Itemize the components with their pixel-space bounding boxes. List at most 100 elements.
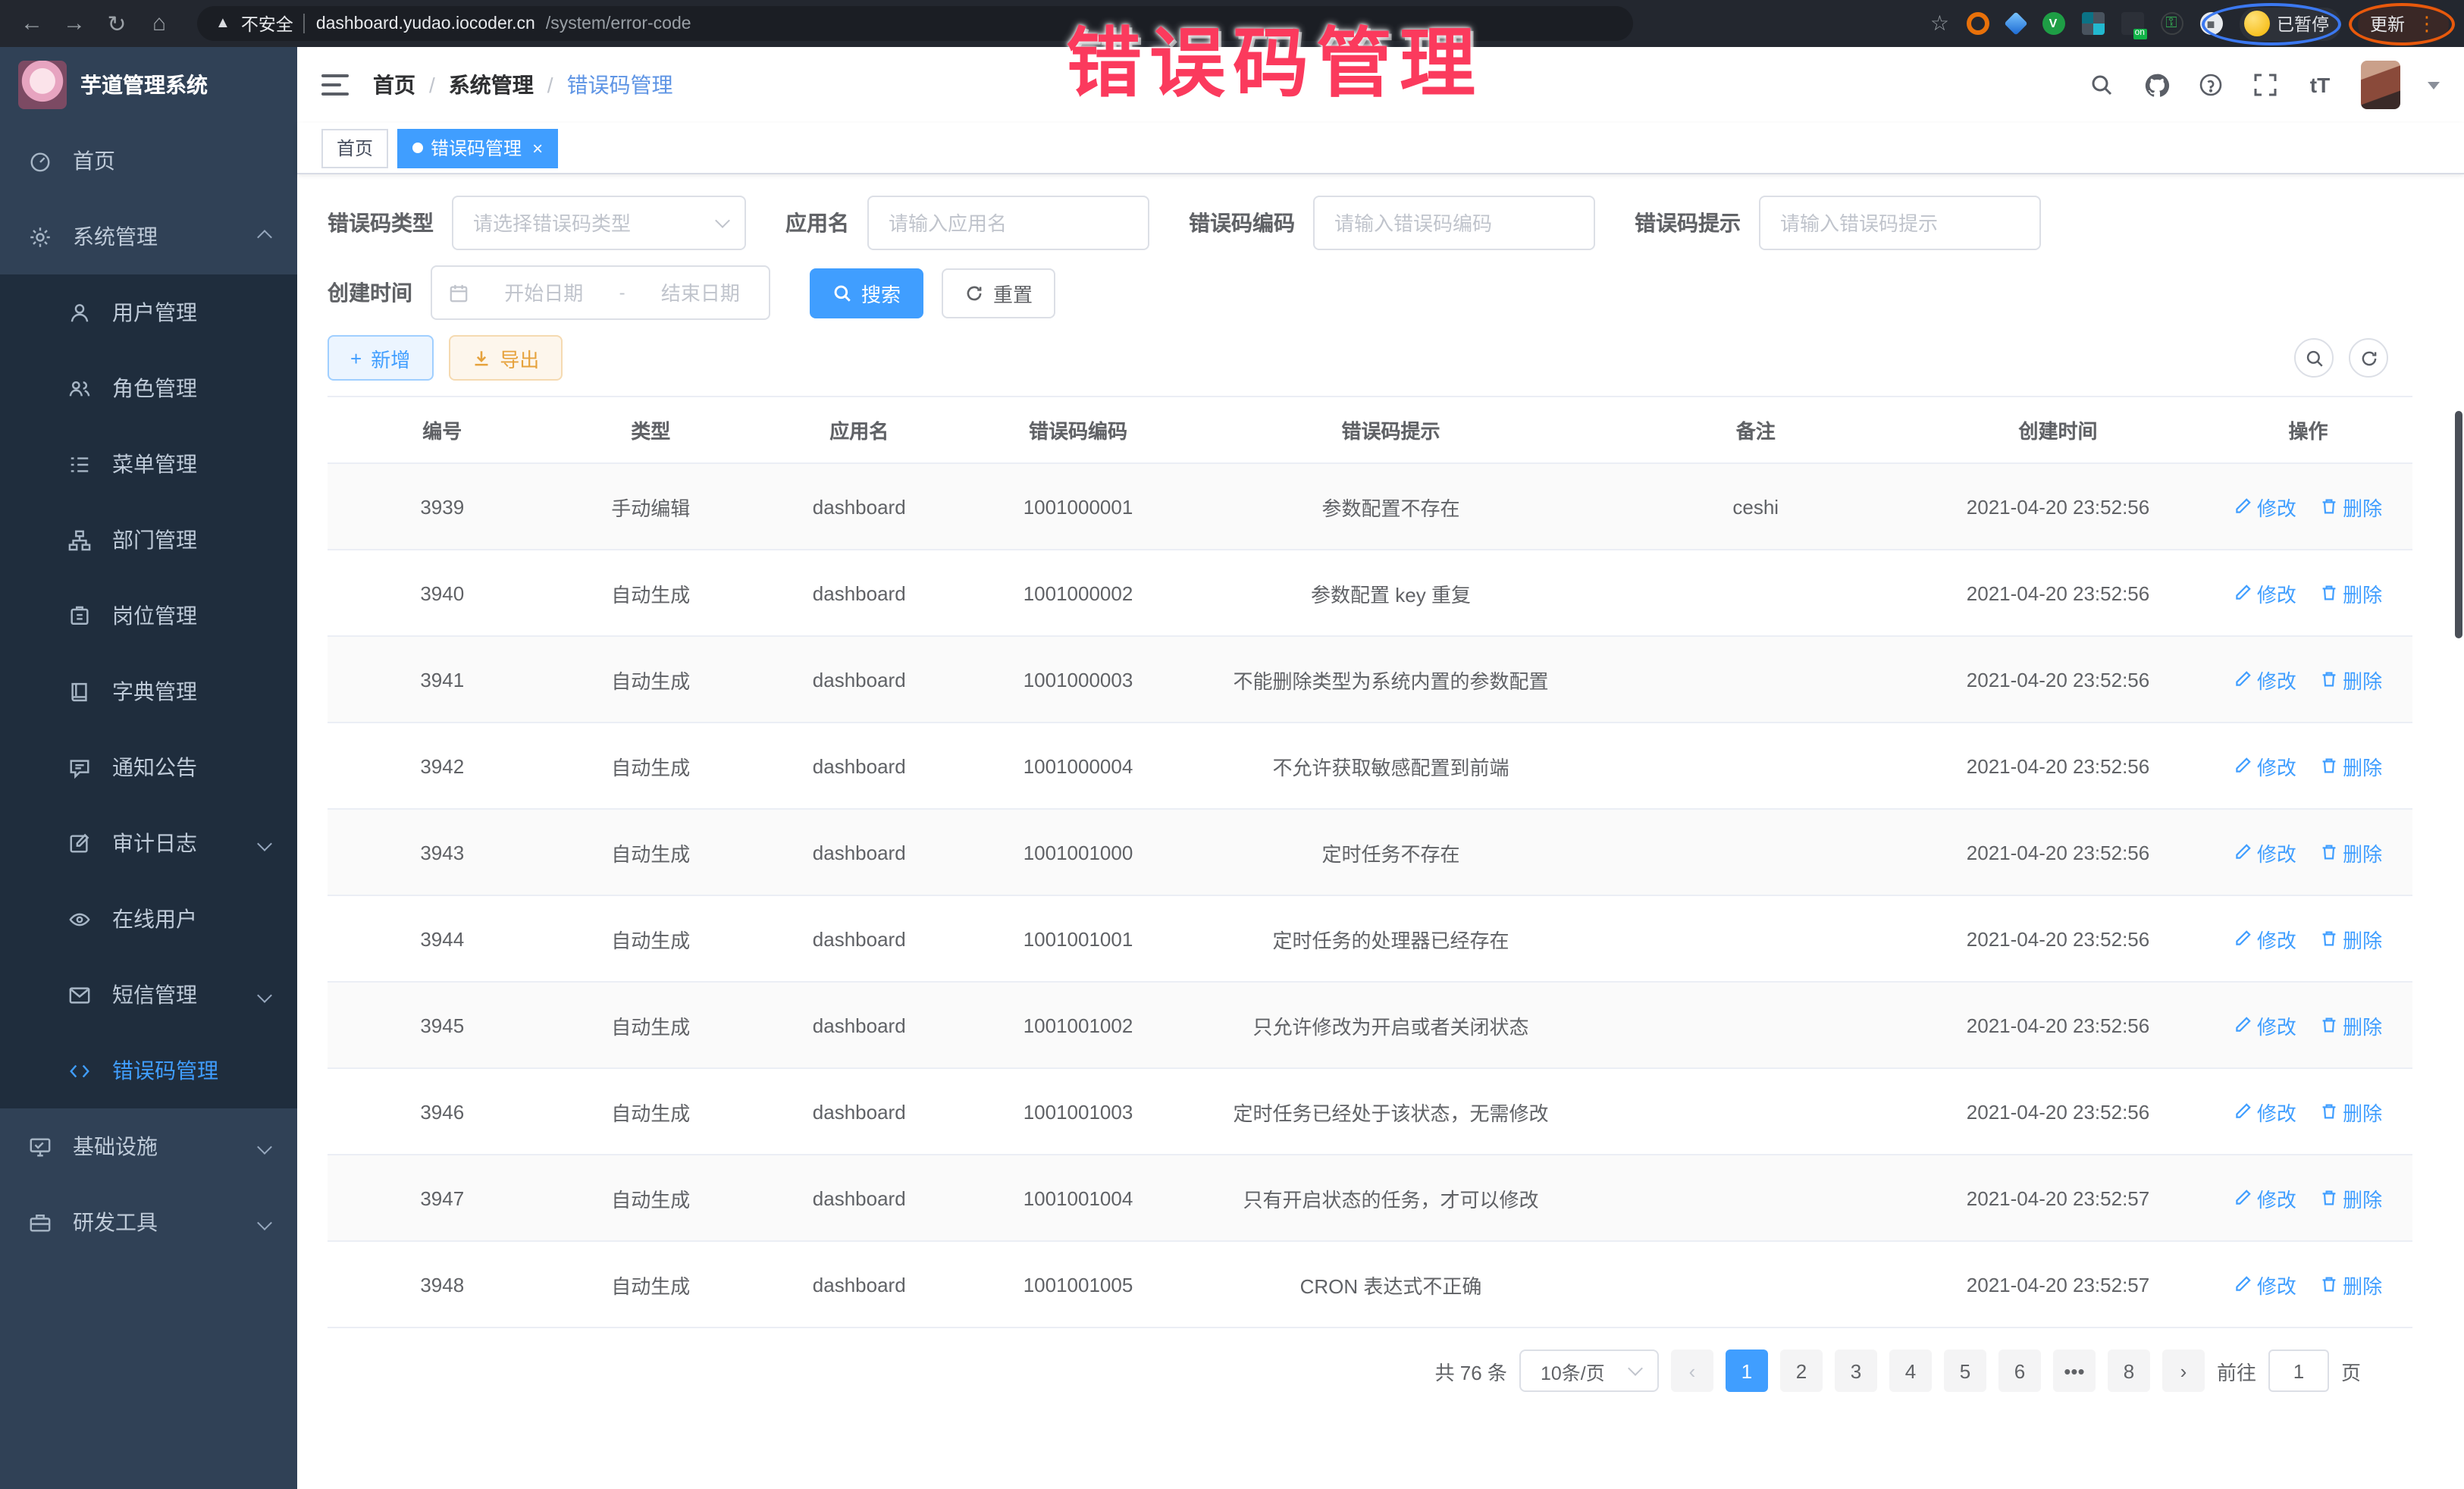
sidebar-item-sms[interactable]: 短信管理 [0,957,297,1033]
sidebar-item-label: 字典管理 [112,676,197,707]
edit-button[interactable]: 修改 [2234,751,2296,780]
sidebar-item-home[interactable]: 首页 [0,123,297,199]
app-name-input[interactable] [867,196,1149,250]
sidebar-item-error-codes[interactable]: 错误码管理 [0,1033,297,1108]
delete-button[interactable]: 删除 [2320,1011,2382,1039]
sidebar-item-departments[interactable]: 部门管理 [0,502,297,578]
search-button[interactable]: 搜索 [810,268,923,318]
page-unit-label: 页 [2341,1356,2361,1385]
error-code-input[interactable] [1313,196,1595,250]
page-size-select[interactable] [1519,1350,1659,1392]
delete-button[interactable]: 删除 [2320,665,2382,694]
page-number-button[interactable]: 6 [1998,1350,2041,1392]
page-number-button[interactable]: ••• [2053,1350,2096,1392]
delete-button[interactable]: 删除 [2320,838,2382,867]
export-button[interactable]: 导出 [448,335,562,381]
extension-orange-ring-icon[interactable] [1966,12,1989,35]
refresh-button[interactable] [2349,338,2388,378]
show-search-toggle-button[interactable] [2294,338,2334,378]
edit-button[interactable]: 修改 [2234,492,2296,521]
url-host: dashboard.yudao.iocoder.cn [316,14,535,33]
sidebar-item-label: 角色管理 [112,373,197,403]
browser-back-button[interactable]: ← [15,7,49,40]
edit-button[interactable]: 修改 [2234,1097,2296,1126]
page-number-button[interactable]: 1 [1726,1350,1768,1392]
filter-label: 应用名 [785,208,849,238]
github-icon[interactable] [2143,71,2170,99]
search-icon[interactable] [2088,71,2115,99]
sidebar-item-system[interactable]: 系统管理 [0,199,297,274]
edit-button[interactable]: 修改 [2234,1011,2296,1039]
sidebar-item-infrastructure[interactable]: 基础设施 [0,1108,297,1184]
sidebar-logo[interactable]: 芋道管理系统 [0,47,297,123]
edit-button[interactable]: 修改 [2234,1183,2296,1212]
extension-green-v-icon[interactable]: V [2042,12,2064,35]
extension-green-key-icon[interactable]: ⚿ [2160,12,2183,35]
browser-reload-button[interactable]: ↻ [100,7,133,40]
sidebar-item-users[interactable]: 用户管理 [0,274,297,350]
browser-forward-button[interactable]: → [58,7,91,40]
bookmark-star-icon[interactable]: ☆ [1930,11,1949,36]
hamburger-icon[interactable] [321,74,349,96]
delete-button[interactable]: 删除 [2320,1183,2382,1212]
edit-button[interactable]: 修改 [2234,838,2296,867]
annotation-title: 错误码管理 [1066,3,1483,112]
browser-profile-chip[interactable]: 已暂停 [2239,7,2341,40]
fullscreen-icon[interactable] [2252,71,2279,99]
extension-grid-icon[interactable] [2081,12,2104,35]
cell-hint: 不允许获取敏感配置到前端 [1183,723,1600,809]
sidebar-item-announcements[interactable]: 通知公告 [0,729,297,805]
font-size-icon[interactable]: tT [2306,71,2334,99]
delete-button[interactable]: 删除 [2320,751,2382,780]
page-number-button[interactable]: 2 [1780,1350,1823,1392]
extension-dark-on-icon[interactable] [2121,12,2143,35]
goto-page-input[interactable] [2268,1350,2329,1392]
add-button[interactable]: + 新增 [328,335,433,381]
user-avatar[interactable] [2361,61,2400,109]
scrollbar-thumb[interactable] [2455,411,2462,638]
breadcrumb-home[interactable]: 首页 [373,70,415,100]
sidebar-item-menus[interactable]: 菜单管理 [0,426,297,502]
delete-button[interactable]: 删除 [2320,492,2382,521]
cell-remark [1600,636,1913,723]
next-page-button[interactable]: › [2162,1350,2205,1392]
reset-button[interactable]: 重置 [942,268,1055,318]
tag-home[interactable]: 首页 [321,128,388,168]
browser-menu-icon[interactable]: ⋮ [2417,14,2437,33]
extension-puzzle-icon[interactable]: ■ [2199,12,2222,35]
table-settings [2294,338,2388,378]
page-number-button[interactable]: 5 [1944,1350,1986,1392]
sidebar-item-dictionary[interactable]: 字典管理 [0,654,297,729]
prev-page-button[interactable]: ‹ [1671,1350,1713,1392]
edit-button[interactable]: 修改 [2234,578,2296,607]
browser-update-chip[interactable]: 更新 ⋮ [2358,5,2449,42]
sidebar-item-audit-log[interactable]: 审计日志 [0,805,297,881]
page-number-button[interactable]: 3 [1835,1350,1877,1392]
breadcrumb-system[interactable]: 系统管理 [449,70,534,100]
delete-button[interactable]: 删除 [2320,1270,2382,1299]
edit-button[interactable]: 修改 [2234,924,2296,953]
browser-home-button[interactable]: ⌂ [143,7,176,40]
extension-blue-gem-icon[interactable] [2003,11,2027,35]
delete-button[interactable]: 删除 [2320,578,2382,607]
delete-button[interactable]: 删除 [2320,1097,2382,1126]
delete-button[interactable]: 删除 [2320,924,2382,953]
edit-button[interactable]: 修改 [2234,665,2296,694]
page-number-button[interactable]: 4 [1889,1350,1932,1392]
help-icon[interactable] [2197,71,2224,99]
sidebar-item-online-users[interactable]: 在线用户 [0,881,297,957]
edit-button[interactable]: 修改 [2234,1270,2296,1299]
sidebar-item-dev-tools[interactable]: 研发工具 [0,1184,297,1260]
date-range-picker[interactable]: - [431,265,770,320]
sidebar-item-roles[interactable]: 角色管理 [0,350,297,426]
cell-time: 2021-04-20 23:52:57 [1912,1155,2204,1241]
cell-type: 自动生成 [557,1068,745,1155]
update-chip-label: 更新 [2370,11,2405,36]
page-number-button[interactable]: 8 [2108,1350,2150,1392]
error-type-select[interactable] [452,196,746,250]
error-hint-input[interactable] [1759,196,2041,250]
close-icon[interactable]: × [532,139,543,157]
tag-error-codes[interactable]: 错误码管理 × [397,128,558,168]
sidebar-item-posts[interactable]: 岗位管理 [0,578,297,654]
caret-down-icon[interactable] [2428,81,2440,89]
